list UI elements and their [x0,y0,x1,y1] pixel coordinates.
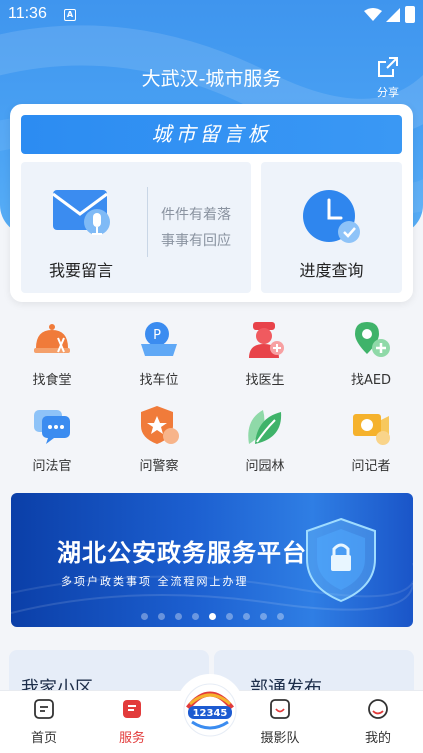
slogan-line-1: 件件有着落 [161,207,231,223]
service-ask-garden[interactable]: 问园林 [225,404,305,474]
carousel-dot[interactable] [174,613,182,620]
message-board-banner[interactable]: 城市留言板 [21,115,402,154]
leave-message-label: 我要留言 [49,261,114,280]
clock-icon [303,190,360,243]
service-ask-police[interactable]: 问警察 [119,404,199,474]
tab-service[interactable]: 服务 [102,697,162,746]
message-board-card: 城市留言板 我要留言 件件有着落 事事有回应 进度查询 [10,104,413,302]
share-button[interactable]: 分享 [372,56,404,100]
carousel-dot[interactable] [191,613,199,620]
progress-query-label: 进度查询 [299,261,364,280]
status-time: 11:36 [8,5,47,22]
canteen-icon [30,318,74,362]
progress-query-button[interactable]: 进度查询 [261,162,402,293]
tab-label: 我的 [364,731,391,746]
leaf-icon [243,404,287,448]
chat-icon [30,404,74,448]
svg-text:P: P [153,328,161,343]
carousel-dot[interactable] [259,613,267,620]
parking-icon: P [137,318,181,362]
carousel-dot-active[interactable] [208,613,216,620]
mail-icon [52,190,110,235]
camera-icon [349,404,393,448]
service-label: 找AED [350,373,392,388]
doctor-icon [243,318,287,362]
service-aed[interactable]: 找AED [331,318,411,388]
service-parking[interactable]: P 找车位 [119,318,199,388]
service-label: 问记者 [351,459,391,474]
tab-mine[interactable]: 我的 [348,697,408,746]
signal-icon [386,8,400,22]
photo-team-icon [268,697,292,721]
profile-icon [366,697,390,721]
hotline-12345-icon: 12345 [183,683,237,737]
page-title: 大武汉-城市服务 [141,68,282,90]
carousel-dot[interactable] [140,613,148,620]
service-label: 问园林 [245,459,285,474]
tab-label: 首页 [30,731,57,746]
service-doctor[interactable]: 找医生 [225,318,305,388]
battery-icon [405,6,415,23]
service-label: 问警察 [139,459,179,474]
tab-label: 摄影队 [260,731,300,746]
service-icon [120,697,144,721]
carousel-dot[interactable] [276,613,284,620]
my-community-label: 我家小区 [21,678,93,690]
service-ask-reporter[interactable]: 问记者 [331,404,411,474]
announcement-card[interactable]: 部通发布 [214,650,414,690]
aed-icon [349,318,393,362]
status-bar: 11:36 A [0,0,423,30]
service-ask-judge[interactable]: 问法官 [12,404,92,474]
divider [147,187,148,257]
home-icon [32,697,56,721]
hotline-number: 12345 [193,708,228,719]
tab-label: 服务 [118,731,145,746]
notification-icon: A [64,9,76,21]
banner-subtitle: 多项户政类事项 全流程网上办理 [61,575,249,588]
service-label: 问法官 [32,459,72,474]
banner-title: 湖北公安政务服务平台 [57,538,307,567]
leave-message-button[interactable]: 我要留言 件件有着落 事事有回应 [21,162,251,293]
carousel-dot[interactable] [157,613,165,620]
tab-photo-team[interactable]: 摄影队 [250,697,310,746]
slogan-line-2: 事事有回应 [161,233,231,249]
carousel-dot[interactable] [225,613,233,620]
carousel-dot[interactable] [242,613,250,620]
wifi-icon [364,8,382,21]
hotline-12345-button[interactable]: 12345 [176,674,244,742]
carousel-dots [11,605,413,624]
service-label: 找车位 [139,373,179,388]
shield-lock-icon [306,517,376,603]
police-badge-icon [137,404,181,448]
service-label: 找食堂 [32,373,72,388]
announcement-label: 部通发布 [250,678,322,690]
tab-home[interactable]: 首页 [14,697,74,746]
promo-banner[interactable]: 湖北公安政务服务平台 多项户政类事项 全流程网上办理 [11,493,413,627]
share-icon [378,57,398,77]
service-canteen[interactable]: 找食堂 [12,318,92,388]
service-label: 找医生 [245,373,285,388]
share-label: 分享 [377,86,399,99]
